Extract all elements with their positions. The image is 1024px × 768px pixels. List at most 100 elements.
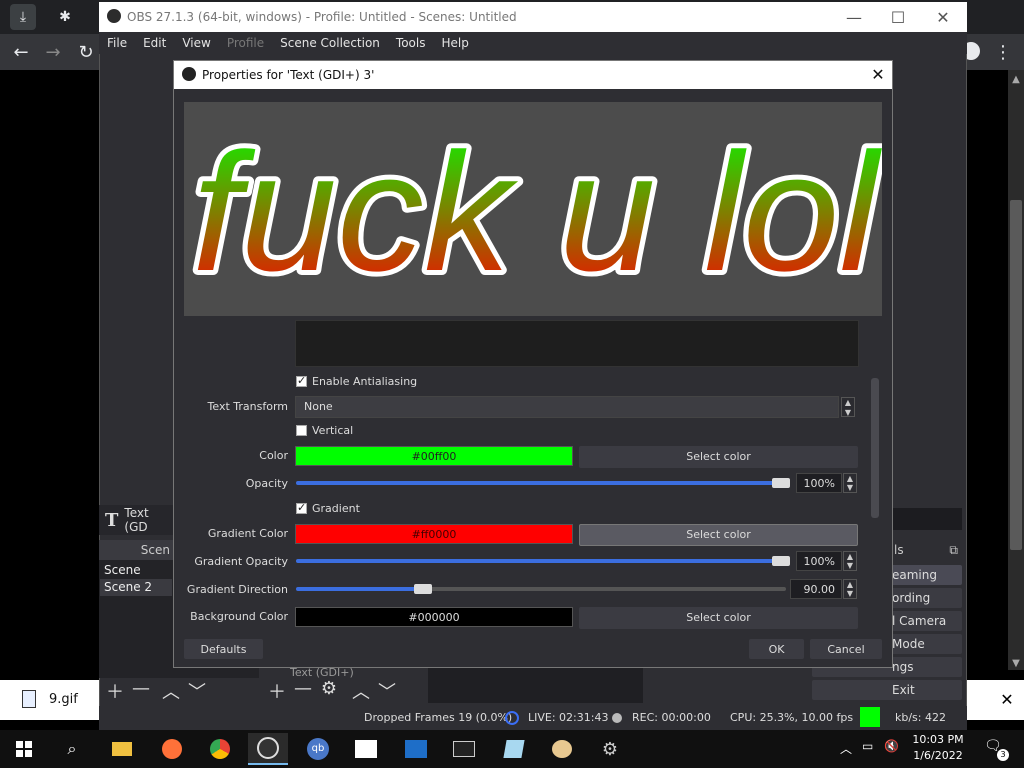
scroll-down-arrow-icon[interactable]: ▼ xyxy=(1008,656,1024,672)
cpu-usage: CPU: 25.3%, 10.00 fps xyxy=(730,711,854,724)
scene-item[interactable]: Scene xyxy=(100,562,172,579)
rec-timer: REC: 00:00:00 xyxy=(632,711,711,724)
text-transform-select[interactable]: None xyxy=(295,396,839,418)
menu-help[interactable]: Help xyxy=(433,36,476,50)
browser-menu-button[interactable]: ⋮ xyxy=(990,40,1016,64)
search-icon[interactable]: ⌕ xyxy=(52,733,92,765)
color-swatch: #00ff00 xyxy=(295,446,573,466)
volume-muted-icon[interactable]: 🔇 xyxy=(884,739,899,753)
gradient-opacity-slider[interactable] xyxy=(296,559,786,563)
obs-window-title: OBS 27.1.3 (64-bit, windows) - Profile: … xyxy=(127,10,517,24)
stream-health-indicator xyxy=(860,707,880,727)
enable-antialiasing-checkbox[interactable] xyxy=(296,374,307,387)
dialog-scrollbar[interactable] xyxy=(871,378,879,518)
settings-gear-icon[interactable]: ⚙ xyxy=(590,733,630,765)
move-down-icon[interactable]: ﹀ xyxy=(186,678,208,704)
audio-input-field[interactable] xyxy=(890,508,962,530)
extension-icon[interactable]: ✱ xyxy=(52,4,78,30)
close-download-bar-icon[interactable]: ✕ xyxy=(990,680,1024,720)
minimize-button[interactable]: — xyxy=(831,2,877,32)
firefox-icon[interactable] xyxy=(152,733,192,765)
clock-date: 1/6/2022 xyxy=(913,749,963,762)
back-button[interactable]: ← xyxy=(8,40,34,64)
download-shelf-strip xyxy=(967,680,990,720)
close-dialog-icon[interactable]: ✕ xyxy=(866,63,890,87)
scene-item[interactable]: Scene 2 xyxy=(100,579,172,596)
opacity-input[interactable]: 100% xyxy=(796,473,842,493)
gradient-opacity-slider-handle[interactable] xyxy=(772,556,790,566)
menu-view[interactable]: View xyxy=(174,36,218,50)
maximize-button[interactable]: ☐ xyxy=(875,2,921,32)
chrome-icon[interactable] xyxy=(200,733,240,765)
background-color-swatch: #000000 xyxy=(295,607,573,627)
notification-count-badge: 3 xyxy=(997,749,1009,761)
cancel-button[interactable]: Cancel xyxy=(810,639,882,659)
gradient-opacity-spin-icon[interactable]: ▲ ▼ xyxy=(843,551,857,571)
add-scene-icon[interactable]: ＋ xyxy=(104,678,126,704)
menu-scene-collection[interactable]: Scene Collection xyxy=(272,36,388,50)
source-down-icon[interactable]: ﹀ xyxy=(376,678,398,704)
enable-antialiasing-label: Enable Antialiasing xyxy=(312,375,418,388)
vertical-checkbox[interactable] xyxy=(296,425,307,436)
gradient-direction-slider-fill[interactable] xyxy=(296,587,420,591)
obs-taskbar-icon[interactable] xyxy=(248,733,288,765)
opacity-label: Opacity xyxy=(245,477,288,490)
menu-edit[interactable]: Edit xyxy=(135,36,174,50)
opacity-spin-icon[interactable]: ▲ ▼ xyxy=(843,473,857,493)
obs-menubar: File Edit View Profile Scene Collection … xyxy=(99,32,967,54)
gradient-opacity-input[interactable]: 100% xyxy=(796,551,842,571)
gradient-label: Gradient xyxy=(312,502,360,515)
browser-scroll-thumb[interactable] xyxy=(1010,200,1022,550)
dock-float-icon[interactable]: ⧉ xyxy=(949,543,958,558)
forward-button[interactable]: → xyxy=(40,40,66,64)
move-up-icon[interactable]: ︿ xyxy=(160,678,182,704)
download-icon[interactable]: ⤓ xyxy=(10,4,36,30)
tray-chevron-icon[interactable]: ︿ xyxy=(840,740,852,757)
defaults-button[interactable]: Defaults xyxy=(184,639,263,659)
remove-source-icon[interactable]: — xyxy=(292,678,314,699)
media-player-icon[interactable] xyxy=(396,733,436,765)
file-explorer-icon[interactable] xyxy=(102,733,142,765)
vertical-label: Vertical xyxy=(312,424,354,437)
color-label: Color xyxy=(259,449,288,462)
menu-file[interactable]: File xyxy=(99,36,135,50)
gradient-direction-spin-icon[interactable]: ▲ ▼ xyxy=(843,579,857,599)
live-timer: LIVE: 02:31:43 xyxy=(528,711,609,724)
gradient-select-color-button[interactable]: Select color xyxy=(579,524,858,546)
select-color-button[interactable]: Select color xyxy=(579,446,858,468)
system-clock[interactable]: 10:03 PM 1/6/2022 xyxy=(908,732,968,764)
select-arrows-icon[interactable]: ▲ ▼ xyxy=(841,397,855,417)
gradient-opacity-label: Gradient Opacity xyxy=(194,555,288,568)
gear-icon[interactable]: ⚙ xyxy=(318,678,340,699)
photos-icon[interactable] xyxy=(346,733,386,765)
background-select-color-button[interactable]: Select color xyxy=(579,607,858,629)
remove-scene-icon[interactable]: — xyxy=(130,678,152,699)
gradient-direction-slider-track[interactable] xyxy=(420,587,786,591)
menu-profile[interactable]: Profile xyxy=(219,36,272,50)
opacity-slider-handle[interactable] xyxy=(772,478,790,488)
gradient-direction-slider-handle[interactable] xyxy=(414,584,432,594)
source-context-bar: T Text (GD xyxy=(99,505,174,535)
add-source-icon[interactable]: ＋ xyxy=(266,678,288,704)
exit-button[interactable]: Exit xyxy=(812,680,962,700)
source-preview: fuck u lol xyxy=(184,102,882,316)
scroll-up-arrow-icon[interactable]: ▲ xyxy=(1008,72,1024,88)
download-item[interactable]: 9.gif xyxy=(0,680,99,720)
network-icon[interactable]: ▭ xyxy=(862,739,873,753)
paint-icon[interactable] xyxy=(542,733,582,765)
gradient-direction-input[interactable]: 90.00 xyxy=(790,579,842,599)
menu-tools[interactable]: Tools xyxy=(388,36,434,50)
terminal-icon[interactable] xyxy=(444,733,484,765)
reload-button[interactable]: ↻ xyxy=(73,40,99,64)
gradient-color-swatch: #ff0000 xyxy=(295,524,573,544)
ok-button[interactable]: OK xyxy=(749,639,804,659)
text-input-area[interactable] xyxy=(295,320,859,367)
gradient-checkbox[interactable] xyxy=(296,501,307,514)
notepad-icon[interactable] xyxy=(494,733,534,765)
scenes-dock-title: Scen xyxy=(99,540,174,560)
qbittorrent-icon[interactable]: qb xyxy=(298,733,338,765)
start-button[interactable] xyxy=(4,733,44,765)
close-window-button[interactable]: ✕ xyxy=(920,2,966,32)
source-up-icon[interactable]: ︿ xyxy=(350,678,372,704)
opacity-slider[interactable] xyxy=(296,481,786,485)
